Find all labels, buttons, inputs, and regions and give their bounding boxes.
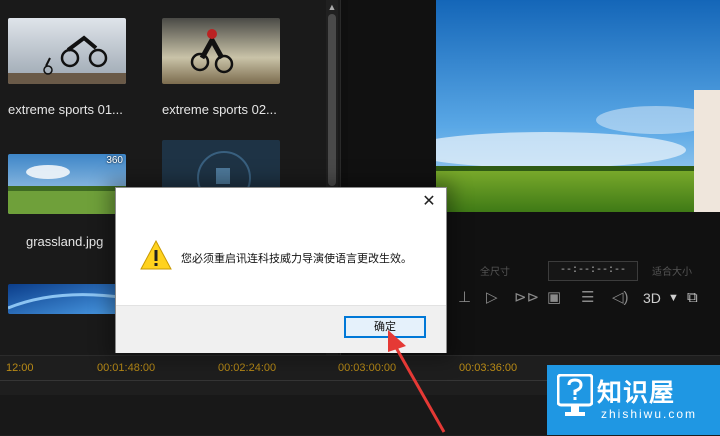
blue-background-image (8, 284, 126, 314)
camera-icon[interactable]: ▣ (547, 289, 561, 307)
extreme-sports-01-image (8, 18, 126, 84)
media-thumb-extreme-sports-02[interactable] (162, 18, 280, 84)
preview-video (436, 0, 720, 212)
media-label: extreme sports 02... (162, 102, 277, 117)
timeline-tick: 00:02:24:00 (218, 362, 277, 374)
extreme-sports-02-image (162, 18, 280, 84)
timeline-tick: 00:03:36:00 (459, 362, 518, 374)
scrollbar-thumb[interactable] (328, 14, 336, 186)
media-thumb-blue-background[interactable] (8, 284, 126, 314)
media-thumb-extreme-sports-01[interactable] (8, 18, 126, 84)
warning-icon (140, 240, 172, 270)
timecode-display[interactable]: --:--:--:-- (548, 261, 638, 281)
media-label: grassland.jpg (26, 234, 104, 249)
subtitle-icon[interactable]: ☰ (581, 289, 594, 307)
3d-toggle-button[interactable]: 3D (643, 289, 661, 307)
play-icon[interactable]: ▷ (486, 289, 498, 307)
snapshot-mark-icon[interactable]: ⊥ (458, 289, 471, 307)
volume-icon[interactable]: ◁) (612, 289, 629, 307)
media-thumb-grassland[interactable]: 360 (8, 154, 126, 214)
logo-url: zhishiwu.com (601, 407, 698, 421)
zhishiwu-logo: 知识屋 zhishiwu.com (547, 365, 720, 435)
preview-image (436, 0, 720, 212)
360-badge: 360 (106, 155, 123, 166)
media-label: extreme sports 01... (8, 102, 123, 117)
close-icon[interactable]: ✕ (420, 193, 438, 211)
timeline-tick: 00:01:48:00 (97, 362, 156, 374)
music-note-icon (197, 151, 251, 190)
scroll-up-icon[interactable]: ▲ (326, 2, 338, 12)
logo-name: 知识屋 (597, 378, 676, 407)
dialog-message: 您必须重启讯连科技威力导演使语言更改生效。 (181, 253, 412, 265)
timeline-tick: 12:00 (6, 362, 34, 374)
fit-size-dropdown[interactable]: 适合大小 (652, 263, 692, 278)
monitor-question-icon (557, 374, 593, 416)
3d-dropdown-icon[interactable]: ▼ (668, 289, 679, 307)
display-mode-button[interactable]: 全尺寸 (455, 263, 535, 278)
red-arrow-annotation (388, 330, 446, 433)
media-thumb-music[interactable] (162, 140, 280, 190)
undock-icon[interactable]: ⧉ (687, 289, 698, 307)
fast-forward-icon[interactable]: ⊳⊳ (514, 289, 539, 307)
